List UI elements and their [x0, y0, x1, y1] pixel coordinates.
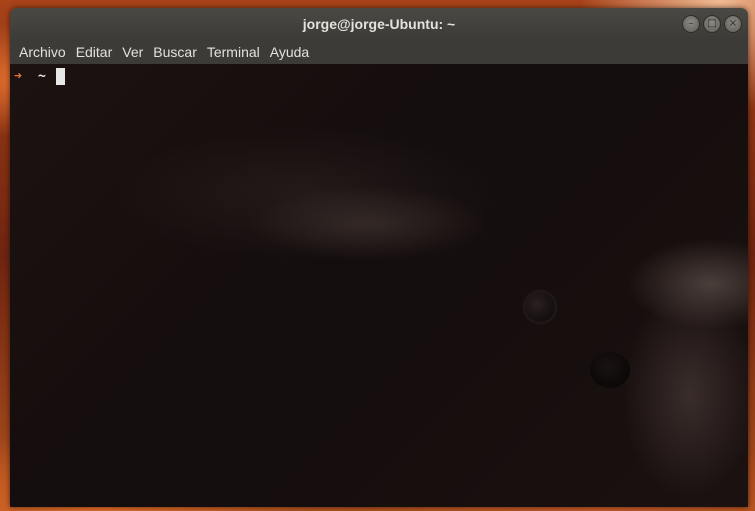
maximize-icon[interactable]: □: [703, 15, 721, 33]
window-controls: – □ ×: [682, 15, 742, 33]
prompt-arrow-icon: ➜: [14, 68, 22, 84]
title-bar[interactable]: jorge@jorge-Ubuntu: ~ – □ ×: [10, 8, 748, 40]
menu-ayuda[interactable]: Ayuda: [265, 41, 314, 63]
current-directory: ~: [38, 68, 46, 84]
terminal-window[interactable]: jorge@jorge-Ubuntu: ~ – □ × Archivo Edit…: [10, 8, 748, 507]
menu-bar: Archivo Editar Ver Buscar Terminal Ayuda: [10, 40, 748, 64]
menu-buscar[interactable]: Buscar: [148, 41, 202, 63]
background-shape: [590, 352, 630, 388]
window-title: jorge@jorge-Ubuntu: ~: [302, 16, 456, 32]
menu-archivo[interactable]: Archivo: [14, 41, 71, 63]
background-planet: [525, 292, 555, 322]
prompt-line: ➜ ~: [14, 67, 65, 85]
terminal-area[interactable]: ➜ ~: [10, 64, 748, 507]
close-icon[interactable]: ×: [724, 15, 742, 33]
menu-editar[interactable]: Editar: [71, 41, 118, 63]
menu-ver[interactable]: Ver: [117, 41, 148, 63]
text-cursor: [55, 67, 65, 85]
menu-terminal[interactable]: Terminal: [202, 41, 265, 63]
minimize-icon[interactable]: –: [682, 15, 700, 33]
